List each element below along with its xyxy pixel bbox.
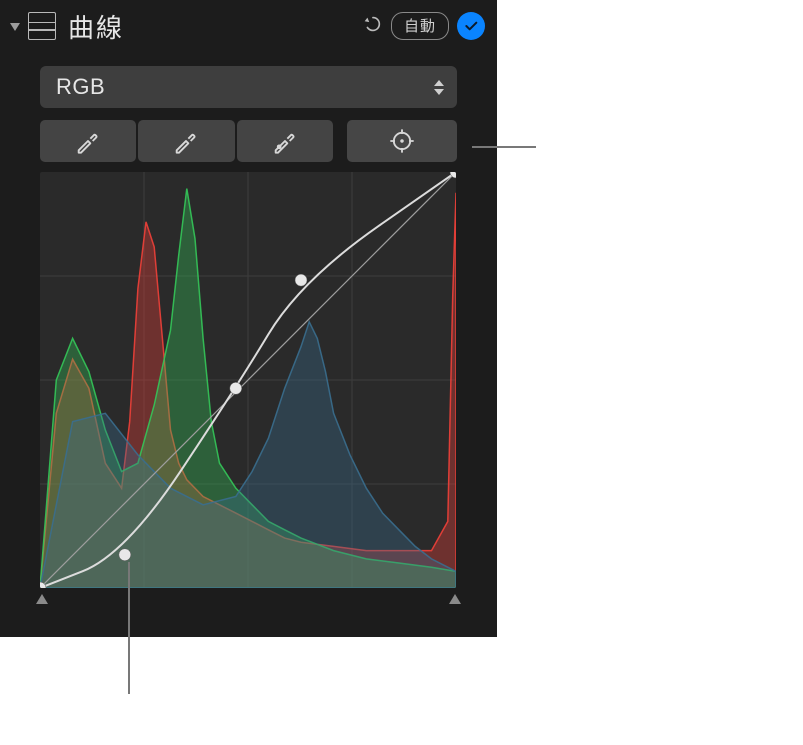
callout-leader-2: [128, 562, 130, 694]
black-point-handle[interactable]: [34, 592, 50, 608]
eyedropper-segment: [40, 120, 333, 162]
stepper-icon: [429, 80, 449, 95]
add-point-button[interactable]: [347, 120, 457, 162]
eyedropper-gray-button[interactable]: [138, 120, 234, 162]
curves-panel: 曲線 自動 RGB: [0, 0, 497, 637]
channel-select[interactable]: RGB: [40, 66, 457, 108]
enable-toggle[interactable]: [457, 12, 485, 40]
auto-button[interactable]: 自動: [391, 12, 449, 40]
callout-leader-1: [472, 146, 536, 148]
histogram-chart[interactable]: [40, 172, 456, 588]
panel-header: 曲線 自動: [0, 0, 497, 52]
undo-icon[interactable]: [361, 13, 383, 40]
eyedropper-black-button[interactable]: [40, 120, 136, 162]
white-point-handle[interactable]: [447, 592, 463, 608]
curves-icon: [28, 12, 56, 40]
tool-row: [40, 120, 457, 162]
disclosure-triangle-icon[interactable]: [10, 23, 20, 31]
channel-selected-label: RGB: [56, 74, 429, 100]
eyedropper-white-button[interactable]: [237, 120, 333, 162]
curves-graph[interactable]: [40, 172, 457, 588]
panel-title: 曲線: [68, 8, 353, 45]
